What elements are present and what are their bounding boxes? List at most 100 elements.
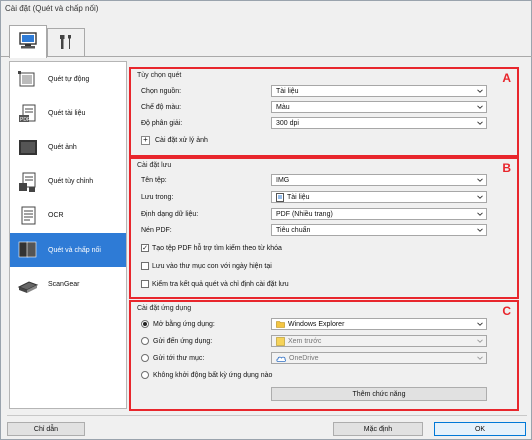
color-mode-select[interactable]: Màu — [271, 101, 487, 113]
app-settings-group: Cài đặt ứng dụng C Mở bằng ứng dụng: Win… — [129, 300, 519, 411]
nav-item-scangear[interactable]: ScanGear — [10, 268, 126, 301]
more-functions-label: Thêm chức năng — [352, 390, 406, 398]
tab-bar — [1, 23, 532, 58]
pdf-compression-row: Nén PDF: — [141, 223, 172, 237]
help-button[interactable]: Chỉ dẫn — [7, 422, 85, 436]
nav-item-photo-scan[interactable]: Quét ảnh — [10, 131, 126, 164]
pdf-compression-select[interactable]: Tiêu chuẩn — [271, 224, 487, 236]
source-label: Chọn nguồn: — [141, 87, 182, 95]
format-select[interactable]: PDF (Nhiều trang) — [271, 208, 487, 220]
scan-options-group: Tùy chọn quét A Chọn nguồn: Tài liệu Chế… — [129, 67, 519, 157]
color-mode-row: Chế độ màu: — [141, 100, 181, 114]
ok-label: OK — [474, 425, 486, 433]
filename-row: Tên tệp: — [141, 173, 167, 187]
chevron-down-icon — [477, 322, 483, 326]
format-label: Định dạng dữ liệu: — [141, 210, 199, 218]
no-app-radio[interactable] — [141, 371, 149, 379]
group-title: Cài đặt lưu — [137, 162, 172, 169]
filename-select[interactable]: IMG — [271, 174, 487, 186]
tools-icon — [57, 33, 75, 53]
stitch-icon — [16, 238, 40, 262]
save-in-select[interactable]: Tài liệu — [271, 191, 487, 203]
group-title: Tùy chọn quét — [137, 72, 182, 79]
open-with-label: Mở bằng ứng dụng: — [153, 320, 215, 328]
tab-general-settings[interactable] — [47, 28, 85, 57]
send-to-folder-row[interactable]: Gửi tới thư mục: — [141, 351, 204, 365]
nav-item-label: Quét tùy chỉnh — [48, 178, 94, 185]
nav-item-label: Quét và chấp nối — [48, 246, 101, 254]
save-in-row: Lưu trong: — [141, 190, 173, 204]
resolution-row: Độ phân giải: — [141, 116, 182, 130]
more-functions-button[interactable]: Thêm chức năng — [271, 387, 487, 401]
source-select[interactable]: Tài liệu — [271, 85, 487, 97]
send-to-app-select[interactable]: Xem trước — [271, 335, 487, 347]
check-results-checkbox[interactable] — [141, 280, 149, 288]
nav-item-label: OCR — [48, 212, 64, 219]
send-to-folder-radio[interactable] — [141, 354, 149, 362]
save-settings-group: Cài đặt lưu B Tên tệp: IMG Lưu trong: Tà… — [129, 157, 519, 299]
nav-item-custom-scan[interactable]: Quét tùy chỉnh — [10, 165, 126, 198]
nav-item-label: Quét tài liệu — [48, 110, 86, 117]
no-app-row[interactable]: Không khởi động bất kỳ ứng dụng nào — [141, 368, 272, 382]
tab-scan-settings[interactable] — [9, 25, 47, 58]
nav-item-stitch[interactable]: Quét và chấp nối — [10, 233, 126, 267]
chevron-down-icon — [477, 121, 483, 125]
check-results-label: Kiểm tra kết quả quét và chỉ định cài đặ… — [152, 280, 289, 288]
chevron-down-icon — [477, 105, 483, 109]
open-with-radio[interactable] — [141, 320, 149, 328]
nav-item-label: Quét tự động — [48, 76, 90, 83]
send-to-folder-select[interactable]: OneDrive — [271, 352, 487, 364]
radio-selected-dot — [143, 322, 147, 326]
color-mode-value: Màu — [276, 103, 290, 111]
ocr-icon — [16, 204, 40, 228]
subfolder-row[interactable]: Lưu vào thư mục con với ngày hiện tại — [141, 259, 272, 273]
resolution-label: Độ phân giải: — [141, 119, 183, 127]
send-to-folder-label: Gửi tới thư mục: — [153, 354, 205, 362]
defaults-button[interactable]: Mặc định — [333, 422, 423, 436]
document-scan-icon: PDF — [16, 102, 40, 126]
computer-icon — [18, 32, 38, 52]
ok-button[interactable]: OK — [434, 422, 526, 436]
format-value: PDF (Nhiều trang) — [276, 210, 333, 218]
nav-item-ocr[interactable]: OCR — [10, 199, 126, 232]
chevron-down-icon — [477, 212, 483, 216]
scan-mode-list: Quét tự động PDF Quét tài liệu Quét ảnh … — [9, 61, 127, 409]
open-with-select[interactable]: Windows Explorer — [271, 318, 487, 330]
send-to-app-value: Xem trước — [288, 337, 322, 345]
check-results-row[interactable]: Kiểm tra kết quả quét và chỉ định cài đặ… — [141, 277, 289, 291]
settings-content: Tùy chọn quét A Chọn nguồn: Tài liệu Chế… — [129, 61, 525, 411]
pdf-compression-value: Tiêu chuẩn — [276, 226, 311, 234]
source-value: Tài liệu — [276, 87, 299, 95]
check-icon: ✓ — [142, 244, 148, 252]
nav-item-auto-scan[interactable]: Quét tự động — [10, 63, 126, 96]
expand-plus-icon[interactable]: + — [141, 135, 150, 145]
nav-item-label: ScanGear — [48, 281, 80, 288]
footer-divider — [7, 415, 527, 416]
preview-app-icon — [276, 336, 285, 346]
send-to-app-radio[interactable] — [141, 337, 149, 345]
group-letter: A — [502, 71, 511, 85]
settings-window: Cài đặt (Quét và chấp nối) Quét tự động … — [0, 0, 532, 440]
resolution-select[interactable]: 300 dpi — [271, 117, 487, 129]
chevron-down-icon — [477, 339, 483, 343]
nav-item-label: Quét ảnh — [48, 144, 77, 151]
folder-icon — [276, 320, 285, 328]
open-with-row[interactable]: Mở bằng ứng dụng: — [141, 317, 215, 331]
image-processing-row[interactable]: + Cài đặt xử lý ảnh — [141, 133, 208, 147]
searchable-pdf-checkbox[interactable]: ✓ — [141, 244, 149, 252]
filename-value: IMG — [276, 176, 290, 184]
subfolder-checkbox[interactable] — [141, 262, 149, 270]
send-to-app-row[interactable]: Gửi đến ứng dụng: — [141, 334, 212, 348]
format-row: Định dạng dữ liệu: — [141, 207, 198, 221]
color-mode-label: Chế độ màu: — [141, 103, 182, 111]
nav-item-document-scan[interactable]: PDF Quét tài liệu — [10, 97, 126, 130]
resolution-value: 300 dpi — [276, 119, 299, 127]
cloud-icon — [276, 355, 286, 362]
scangear-icon — [16, 273, 40, 297]
window-title: Cài đặt (Quét và chấp nối) — [5, 4, 99, 13]
tab-divider — [1, 56, 532, 57]
chevron-down-icon — [477, 195, 483, 199]
chevron-down-icon — [477, 228, 483, 232]
searchable-pdf-row[interactable]: ✓ Tạo tệp PDF hỗ trợ tìm kiếm theo từ kh… — [141, 241, 282, 255]
searchable-pdf-label: Tạo tệp PDF hỗ trợ tìm kiếm theo từ khóa — [152, 244, 282, 252]
